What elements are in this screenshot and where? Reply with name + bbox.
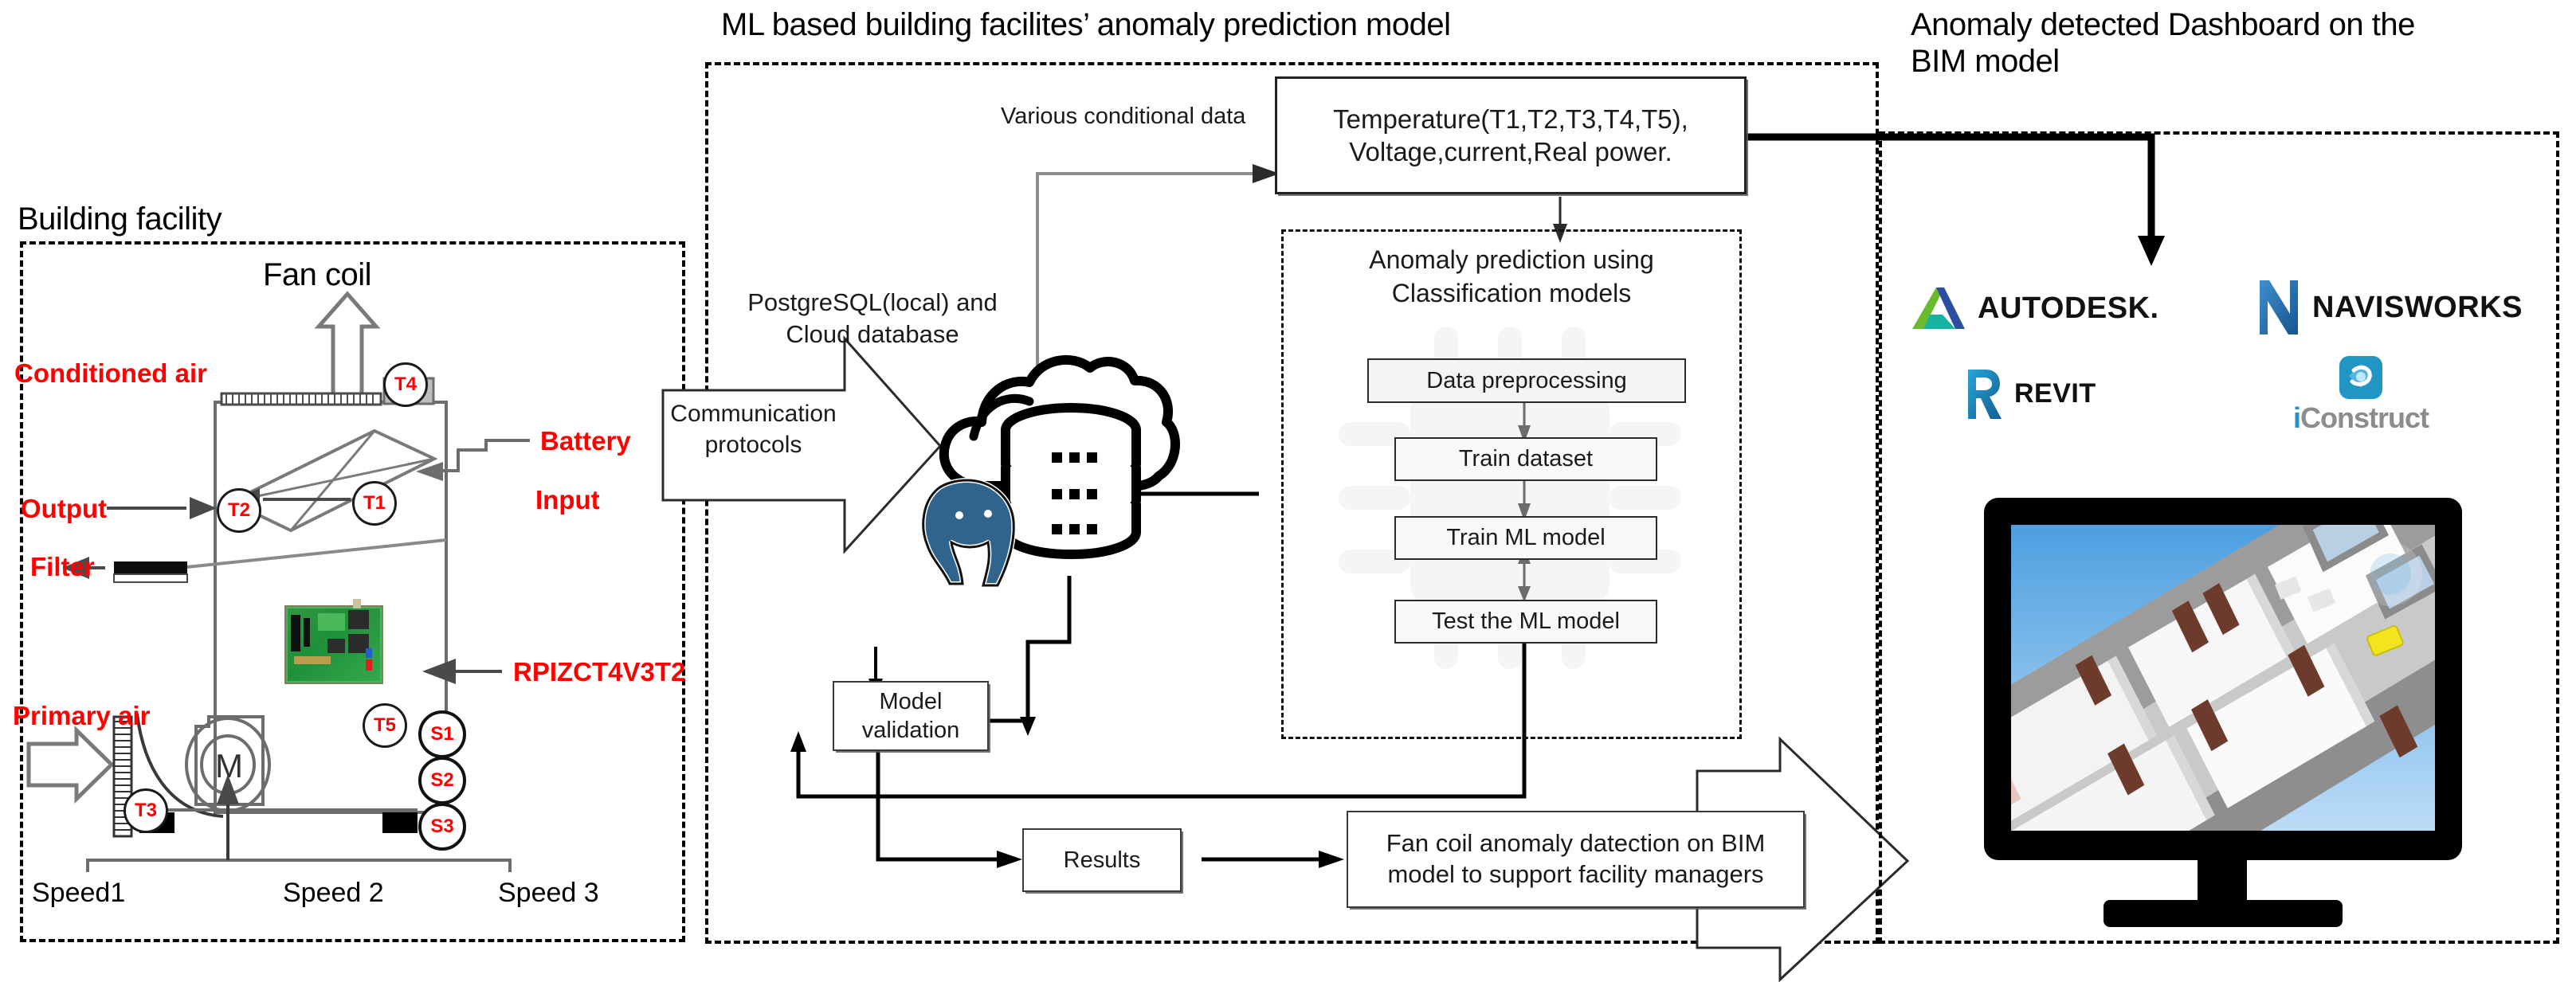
logo-autodesk: AUTODESK. — [1909, 283, 2159, 334]
logo-iconstruct: iConstruct — [2261, 354, 2460, 435]
results-box: Results — [1022, 828, 1182, 892]
model-validation-box: Model validation — [833, 681, 989, 751]
bim-section-title: Anomaly detected Dashboard on the BIM mo… — [1911, 7, 2415, 79]
logo-navisworks: NAVISWORKS — [2255, 277, 2523, 338]
navisworks-label: NAVISWORKS — [2312, 290, 2523, 324]
bim-monitor-base — [2104, 900, 2343, 927]
navisworks-mark-icon — [2255, 277, 2301, 338]
bim-monitor-neck — [2198, 859, 2247, 905]
iconstruct-label-rest: Construct — [2300, 401, 2429, 434]
communication-protocols-label: Communication protocols — [670, 401, 837, 458]
bim-monitor — [1984, 498, 2462, 860]
various-conditional-data-label: Various conditional data — [1001, 104, 1246, 129]
measurements-box: Temperature(T1,T2,T3,T4,T5), Voltage,cur… — [1275, 76, 1747, 194]
postgresql-elephant-icon — [915, 466, 1034, 593]
autodesk-mark-icon — [1909, 283, 1968, 334]
autodesk-label: AUTODESK. — [1978, 291, 2159, 325]
pipeline-step-data-preprocessing: Data preprocessing — [1367, 358, 1686, 403]
pipeline-step-test-ml-model: Test the ML model — [1394, 600, 1657, 644]
iconstruct-mark-icon — [2338, 354, 2384, 401]
revit-label: REVIT — [2014, 378, 2096, 409]
revit-mark-icon — [1962, 365, 2003, 422]
pipeline-step-train-ml-model: Train ML model — [1394, 516, 1657, 560]
bim-monitor-screen — [2011, 525, 2435, 831]
iconstruct-label-i: i — [2292, 401, 2301, 434]
logo-revit: REVIT — [1962, 365, 2096, 422]
pipeline-step-train-dataset: Train dataset — [1394, 437, 1657, 481]
outcome-box: Fan coil anomaly datection on BIM model … — [1347, 811, 1805, 908]
